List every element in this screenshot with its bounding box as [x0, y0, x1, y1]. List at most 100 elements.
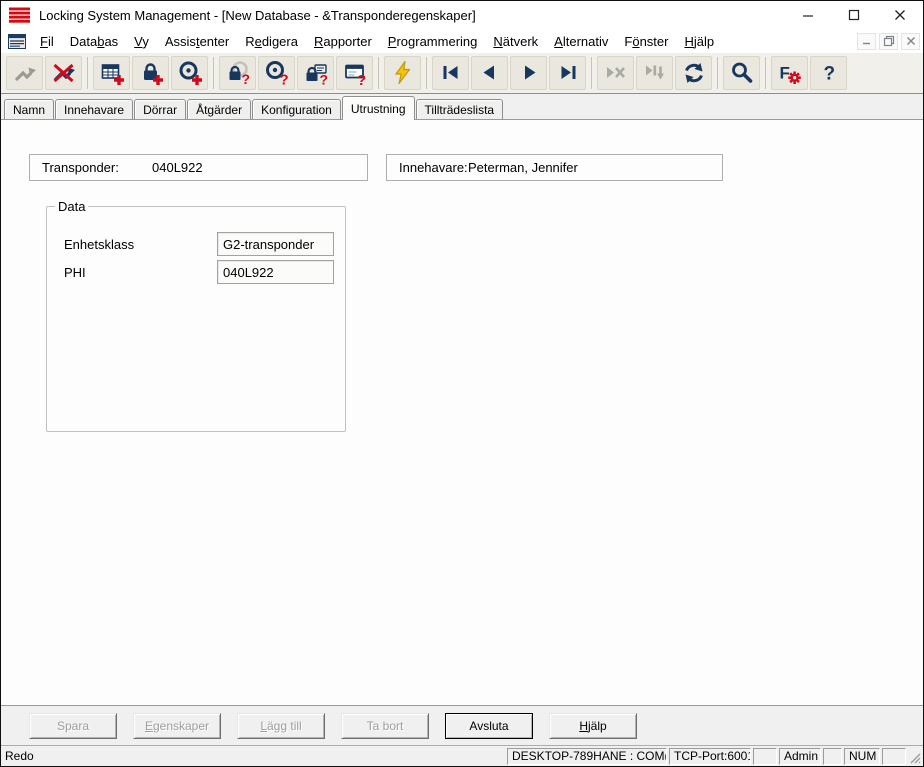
toolbar-separator: [591, 57, 592, 89]
window-title: Locking System Management - [New Databas…: [39, 8, 785, 23]
maximize-icon: [845, 6, 863, 24]
last-record-icon: [555, 60, 581, 86]
menu-bar: Fil Databas Vy Assistenter Redigera Rapp…: [1, 29, 923, 53]
minimize-icon: [799, 6, 817, 24]
filter-settings-button[interactable]: F: [771, 56, 808, 90]
mdi-minimize-button[interactable]: [857, 33, 876, 50]
help-icon: ?: [816, 60, 842, 86]
enhetsklass-field[interactable]: [217, 232, 334, 256]
mdi-close-button[interactable]: [901, 33, 920, 50]
refresh-icon: [681, 60, 707, 86]
tab-bar: Namn Innehavare Dörrar Åtgärder Konfigur…: [1, 94, 923, 119]
next-record-button[interactable]: [510, 56, 547, 90]
lagg-till-button: Lägg till: [237, 713, 325, 739]
title-bar: Locking System Management - [New Databas…: [1, 1, 923, 29]
read-network-icon: ?: [342, 60, 368, 86]
read-lock-icon: ?: [225, 60, 251, 86]
read-transponder-icon: ?: [264, 60, 290, 86]
app-window: Locking System Management - [New Databas…: [0, 0, 924, 767]
app-logo-icon: [9, 7, 31, 24]
new-transponder-button[interactable]: [171, 56, 208, 90]
undo-jump-icon: [12, 60, 38, 86]
tab-atgarder[interactable]: Åtgärder: [187, 99, 251, 119]
tab-innehavare[interactable]: Innehavare: [55, 99, 133, 119]
refresh-button[interactable]: [675, 56, 712, 90]
status-panel-num-lock: NUM: [844, 748, 880, 765]
help-button[interactable]: ?: [810, 56, 847, 90]
mdi-close-icon: [905, 35, 917, 47]
menu-fil[interactable]: Fil: [32, 31, 62, 52]
status-panel-empty-1: [753, 748, 777, 765]
menu-databas[interactable]: Databas: [62, 31, 126, 52]
menu-alternativ[interactable]: Alternativ: [546, 31, 616, 52]
status-panel-tcp-port: TCP-Port:6001: [669, 748, 751, 765]
owner-label: Innehavare:: [387, 160, 468, 175]
data-groupbox-legend: Data: [55, 199, 88, 214]
menu-redigera[interactable]: Redigera: [237, 31, 306, 52]
toolbar-separator: [765, 57, 766, 89]
tab-tilltradeslista[interactable]: Tillträdeslista: [416, 99, 504, 119]
resize-grip[interactable]: [908, 748, 922, 765]
first-record-icon: [438, 60, 464, 86]
menu-fonster[interactable]: Fönster: [616, 31, 676, 52]
read-transponder-button[interactable]: ?: [258, 56, 295, 90]
search-button[interactable]: [723, 56, 760, 90]
tab-utrustning[interactable]: Utrustning: [342, 96, 415, 120]
menu-programmering[interactable]: Programmering: [380, 31, 486, 52]
tab-dorrar[interactable]: Dörrar: [134, 99, 186, 119]
menu-vy[interactable]: Vy: [126, 31, 157, 52]
data-groupbox: Data Enhetsklass PHI: [46, 199, 346, 432]
previous-record-icon: [477, 60, 503, 86]
program-button[interactable]: [384, 56, 421, 90]
mdi-minimize-icon: [861, 35, 873, 47]
menu-natverk[interactable]: Nätverk: [485, 31, 546, 52]
phi-field[interactable]: [217, 260, 334, 284]
toolbar-separator: [717, 57, 718, 89]
svg-text:?: ?: [319, 72, 328, 87]
hjalp-button[interactable]: Hjälp: [549, 713, 637, 739]
new-lock-button[interactable]: [132, 56, 169, 90]
search-icon: [729, 60, 755, 86]
svg-text:?: ?: [241, 71, 250, 86]
read-lock-button[interactable]: ?: [219, 56, 256, 90]
cancel-search-button: [597, 56, 634, 90]
read-network-button[interactable]: ?: [336, 56, 373, 90]
close-icon: [891, 6, 909, 24]
toolbar-separator: [87, 57, 88, 89]
maximize-button[interactable]: [831, 2, 877, 29]
ta-bort-button: Ta bort: [341, 713, 429, 739]
last-record-button[interactable]: [549, 56, 586, 90]
toolbar-separator: [378, 57, 379, 89]
cancel-jump-button[interactable]: [45, 56, 82, 90]
owner-value: Peterman, Jennifer: [468, 160, 578, 175]
enhetsklass-label: Enhetsklass: [64, 237, 134, 252]
menu-hjalp[interactable]: Hjälp: [676, 31, 722, 52]
continue-search-button: [636, 56, 673, 90]
status-panel-user: Admin: [779, 748, 821, 765]
mdi-restore-icon: [883, 35, 895, 47]
menu-assistenter[interactable]: Assistenter: [157, 31, 237, 52]
continue-search-icon: [642, 60, 668, 86]
avsluta-button[interactable]: Avsluta: [445, 713, 533, 739]
svg-text:?: ?: [823, 64, 835, 85]
toolbar: ? ? ? ?: [1, 53, 923, 94]
svg-text:?: ?: [357, 72, 366, 86]
tab-namn[interactable]: Namn: [4, 99, 54, 119]
phi-label: PHI: [64, 265, 86, 280]
first-record-button[interactable]: [432, 56, 469, 90]
transponder-label: Transponder:: [30, 160, 152, 175]
menu-rapporter[interactable]: Rapporter: [306, 31, 380, 52]
close-button[interactable]: [877, 2, 923, 29]
mdi-document-icon[interactable]: [8, 34, 26, 49]
mdi-restore-button[interactable]: [879, 33, 898, 50]
tab-konfiguration[interactable]: Konfiguration: [252, 99, 341, 119]
svg-text:F: F: [779, 64, 789, 83]
minimize-button[interactable]: [785, 2, 831, 29]
new-locking-system-button[interactable]: [93, 56, 130, 90]
previous-record-button[interactable]: [471, 56, 508, 90]
transponder-value: 040L922: [152, 160, 203, 175]
status-panel-empty-3: [882, 748, 906, 765]
svg-text:?: ?: [279, 72, 288, 87]
read-lock-net-button[interactable]: ?: [297, 56, 334, 90]
tab-page-utrustning: Transponder: 040L922 Innehavare: Peterma…: [1, 119, 923, 705]
